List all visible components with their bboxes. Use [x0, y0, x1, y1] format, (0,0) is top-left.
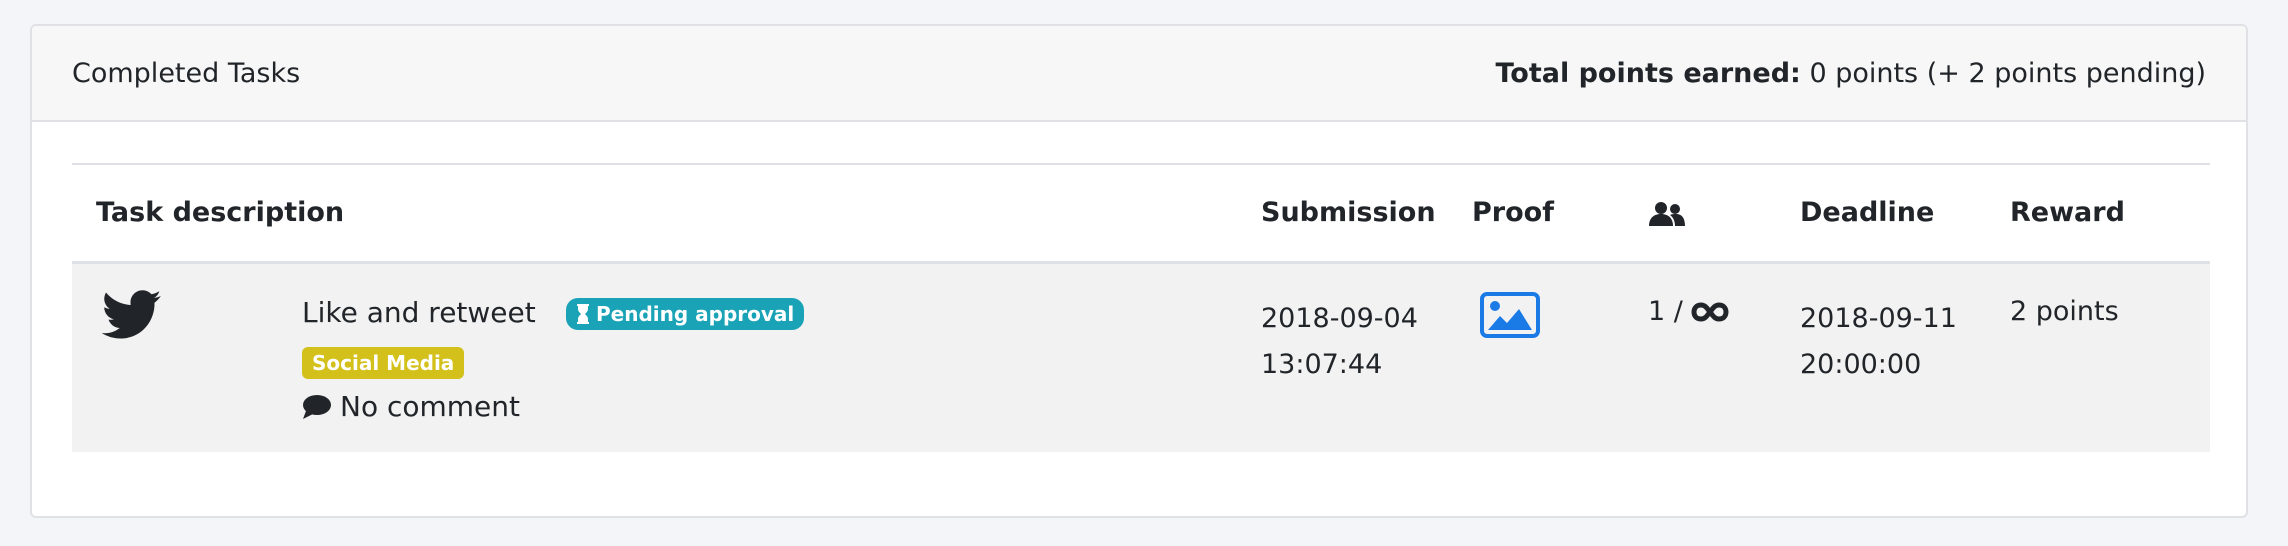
- deadline-time: 20:00:00: [1800, 349, 1922, 380]
- completed-tasks-card: Completed Tasks Total points earned: 0 p…: [30, 24, 2248, 518]
- header-proof: Proof: [1472, 197, 1554, 228]
- panel-title: Completed Tasks: [72, 57, 301, 89]
- total-points-value: 0 points (+ 2 points pending): [1809, 57, 2206, 89]
- table-header: Task description Submission Proof Deadli…: [72, 165, 2210, 264]
- comment-icon: [303, 394, 331, 419]
- table-row[interactable]: Like and retweet Pending approval Social…: [72, 264, 2210, 452]
- twitter-icon: [101, 290, 162, 340]
- task-title: Like and retweet: [302, 296, 536, 329]
- card-header: Completed Tasks Total points earned: 0 p…: [32, 26, 2246, 122]
- submission-time: 13:07:44: [1261, 349, 1383, 380]
- status-badge: Pending approval: [566, 298, 805, 330]
- task-reward: 2 points: [2010, 296, 2119, 327]
- submission-datetime: 2018-09-04 13:07:44: [1261, 296, 1418, 388]
- header-reward: Reward: [2010, 197, 2125, 228]
- participants-count: 1 /: [1648, 296, 1729, 327]
- total-points-label: Total points earned:: [1495, 57, 1801, 89]
- category-badge: Social Media: [302, 347, 465, 379]
- header-deadline: Deadline: [1800, 197, 1935, 228]
- participants-value: 1 /: [1648, 296, 1683, 327]
- image-icon[interactable]: [1480, 292, 1540, 338]
- submission-date: 2018-09-04: [1261, 303, 1418, 334]
- header-task-description: Task description: [96, 197, 345, 228]
- total-points: Total points earned: 0 points (+ 2 point…: [1495, 58, 2206, 89]
- hourglass-icon: [577, 304, 589, 324]
- infinity-icon: [1691, 301, 1729, 322]
- deadline-date: 2018-09-11: [1800, 303, 1957, 334]
- header-submission: Submission: [1261, 197, 1436, 228]
- deadline-datetime: 2018-09-11 20:00:00: [1800, 296, 1957, 388]
- tasks-table: Task description Submission Proof Deadli…: [72, 163, 2210, 452]
- users-icon: [1648, 201, 1686, 227]
- task-comment: No comment: [302, 390, 520, 423]
- comment-text: No comment: [340, 390, 521, 423]
- status-badge-label: Pending approval: [596, 302, 795, 326]
